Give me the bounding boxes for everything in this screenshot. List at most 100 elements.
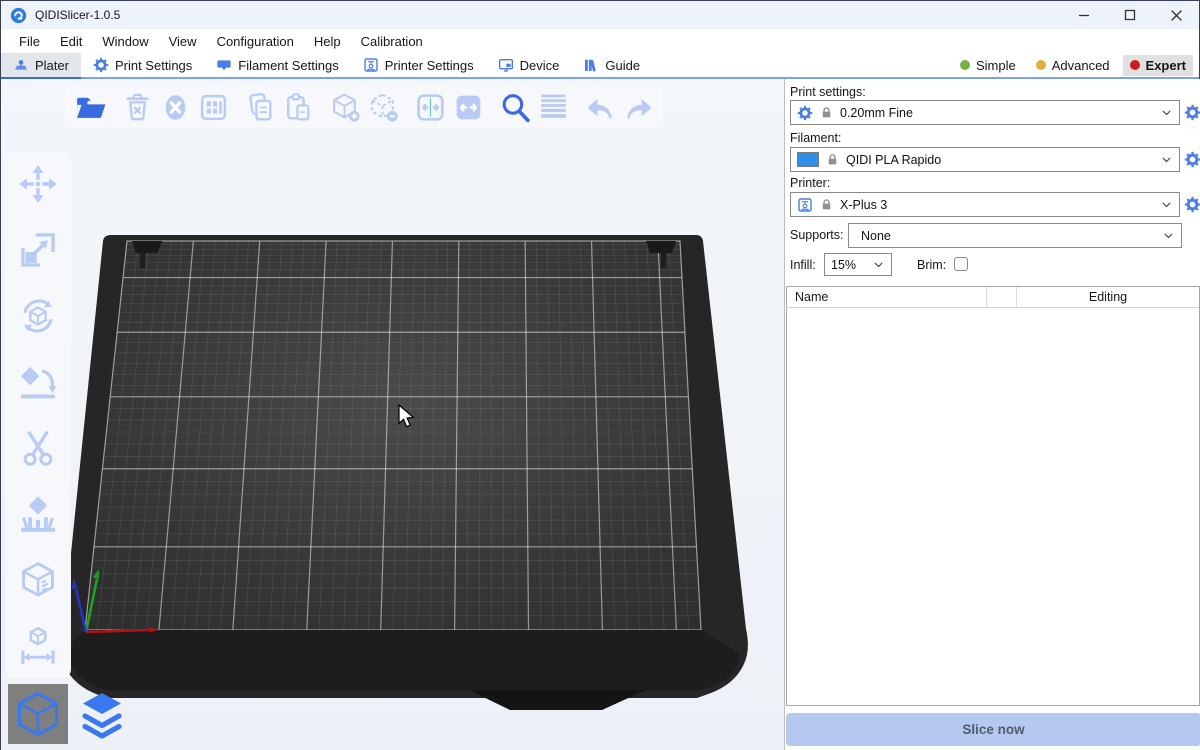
place-on-face-icon (17, 361, 59, 403)
menu-calibration[interactable]: Calibration (351, 29, 433, 53)
cube-3d-icon (12, 688, 64, 740)
tab-guide[interactable]: Guide (571, 53, 652, 77)
chevron-down-icon (1162, 229, 1175, 242)
minimize-button[interactable] (1061, 1, 1107, 29)
arrange-icon (197, 91, 230, 124)
preview-view-button[interactable] (72, 684, 132, 744)
delete-all-button[interactable] (156, 88, 194, 126)
brim-checkbox[interactable] (954, 257, 968, 271)
filament-combo[interactable]: QIDI PLA Rapido (790, 147, 1180, 172)
tab-filament-settings[interactable]: Filament Settings (204, 53, 350, 77)
redo-button[interactable] (619, 88, 657, 126)
window-title: QIDISlicer-1.0.5 (35, 8, 120, 22)
menu-view[interactable]: View (159, 29, 207, 53)
lock-icon (826, 153, 839, 166)
add-instance-icon (329, 91, 362, 124)
print-settings-combo[interactable]: 0.20mm Fine (790, 100, 1180, 125)
close-button[interactable] (1153, 1, 1199, 29)
maximize-button[interactable] (1107, 1, 1153, 29)
object-list-header: Name Editing (787, 287, 1199, 308)
advanced-mode-dot-icon (1036, 60, 1046, 70)
layer-height-icon (537, 91, 570, 124)
open-button[interactable] (71, 88, 109, 126)
mode-advanced[interactable]: Advanced (1029, 55, 1117, 76)
print-settings-label: Print settings: (790, 85, 866, 99)
delete-all-icon (159, 91, 192, 124)
scale-button[interactable] (16, 229, 60, 271)
menu-configuration[interactable]: Configuration (207, 29, 304, 53)
chevron-down-icon (1160, 153, 1173, 166)
undo-button[interactable] (581, 88, 619, 126)
guide-icon (583, 57, 599, 73)
scissors-icon (17, 427, 59, 469)
printer-gear-button[interactable] (1184, 196, 1200, 213)
printer-icon (797, 197, 813, 213)
slice-now-button[interactable]: Slice now (786, 713, 1200, 746)
bed-front-notch (469, 690, 646, 710)
split-parts-icon (452, 91, 485, 124)
move-icon (17, 163, 59, 205)
undo-icon (584, 91, 617, 124)
split-to-parts-button[interactable] (449, 88, 487, 126)
plater-icon (13, 57, 29, 73)
lock-icon (820, 106, 833, 119)
supports-combo[interactable]: None (848, 223, 1182, 248)
settings-sidebar: Print settings: 0.20mm Fine Filament: QI… (784, 79, 1200, 750)
search-icon (499, 91, 532, 124)
printer-combo[interactable]: X-Plus 3 (790, 192, 1180, 217)
split-objects-icon (414, 91, 447, 124)
tab-plater[interactable]: Plater (1, 53, 81, 77)
scale-icon (17, 229, 59, 271)
add-instance-button[interactable] (326, 88, 364, 126)
tab-bar: Plater Print Settings Filament Settings … (1, 53, 1199, 79)
view-toggle-group (8, 684, 132, 744)
move-button[interactable] (16, 163, 60, 205)
variable-layer-height-button[interactable] (534, 88, 572, 126)
app-window: QIDISlicer-1.0.5 File Edit Window View C… (0, 0, 1200, 750)
3d-viewport[interactable] (1, 79, 784, 750)
measure-button[interactable] (16, 625, 60, 667)
chevron-down-icon (1160, 106, 1173, 119)
column-header-extruder (987, 287, 1017, 307)
fuzzy-skin-button[interactable] (16, 559, 60, 601)
rotate-button[interactable] (16, 295, 60, 337)
remove-instance-button[interactable] (364, 88, 402, 126)
column-header-editing: Editing (1017, 290, 1199, 304)
menu-edit[interactable]: Edit (50, 29, 92, 53)
split-to-objects-button[interactable] (411, 88, 449, 126)
copy-button[interactable] (241, 88, 279, 126)
arrange-button[interactable] (194, 88, 232, 126)
paint-supports-button[interactable] (16, 493, 60, 535)
menu-file[interactable]: File (9, 29, 50, 53)
tab-print-settings[interactable]: Print Settings (81, 53, 204, 77)
expert-mode-dot-icon (1130, 60, 1140, 70)
infill-label: Infill: (790, 258, 816, 272)
menu-window[interactable]: Window (92, 29, 158, 53)
filament-gear-button[interactable] (1184, 151, 1200, 168)
gear-icon (797, 105, 813, 121)
mode-simple[interactable]: Simple (953, 55, 1023, 76)
brim-label: Brim: (917, 258, 946, 272)
infill-combo[interactable]: 15% (824, 253, 892, 276)
tab-printer-settings[interactable]: Printer Settings (351, 53, 486, 77)
object-manipulation-toolbar (5, 151, 71, 679)
measure-icon (17, 625, 59, 667)
place-on-face-button[interactable] (16, 361, 60, 403)
cut-button[interactable] (16, 427, 60, 469)
filament-label: Filament: (790, 131, 841, 145)
trash-icon (121, 91, 154, 124)
menu-help[interactable]: Help (304, 29, 351, 53)
object-list-table[interactable]: Name Editing (786, 286, 1200, 706)
printer-icon (363, 57, 379, 73)
delete-button[interactable] (118, 88, 156, 126)
print-settings-gear-button[interactable] (1184, 104, 1200, 121)
search-button[interactable] (496, 88, 534, 126)
mode-expert[interactable]: Expert (1123, 55, 1193, 76)
fuzzy-skin-icon (17, 559, 59, 601)
layers-preview-icon (76, 688, 128, 740)
tab-device[interactable]: Device (486, 53, 572, 77)
supports-label: Supports: (790, 228, 844, 242)
viewport-toolbar (65, 86, 663, 128)
3d-editor-view-button[interactable] (8, 684, 68, 744)
paste-button[interactable] (279, 88, 317, 126)
